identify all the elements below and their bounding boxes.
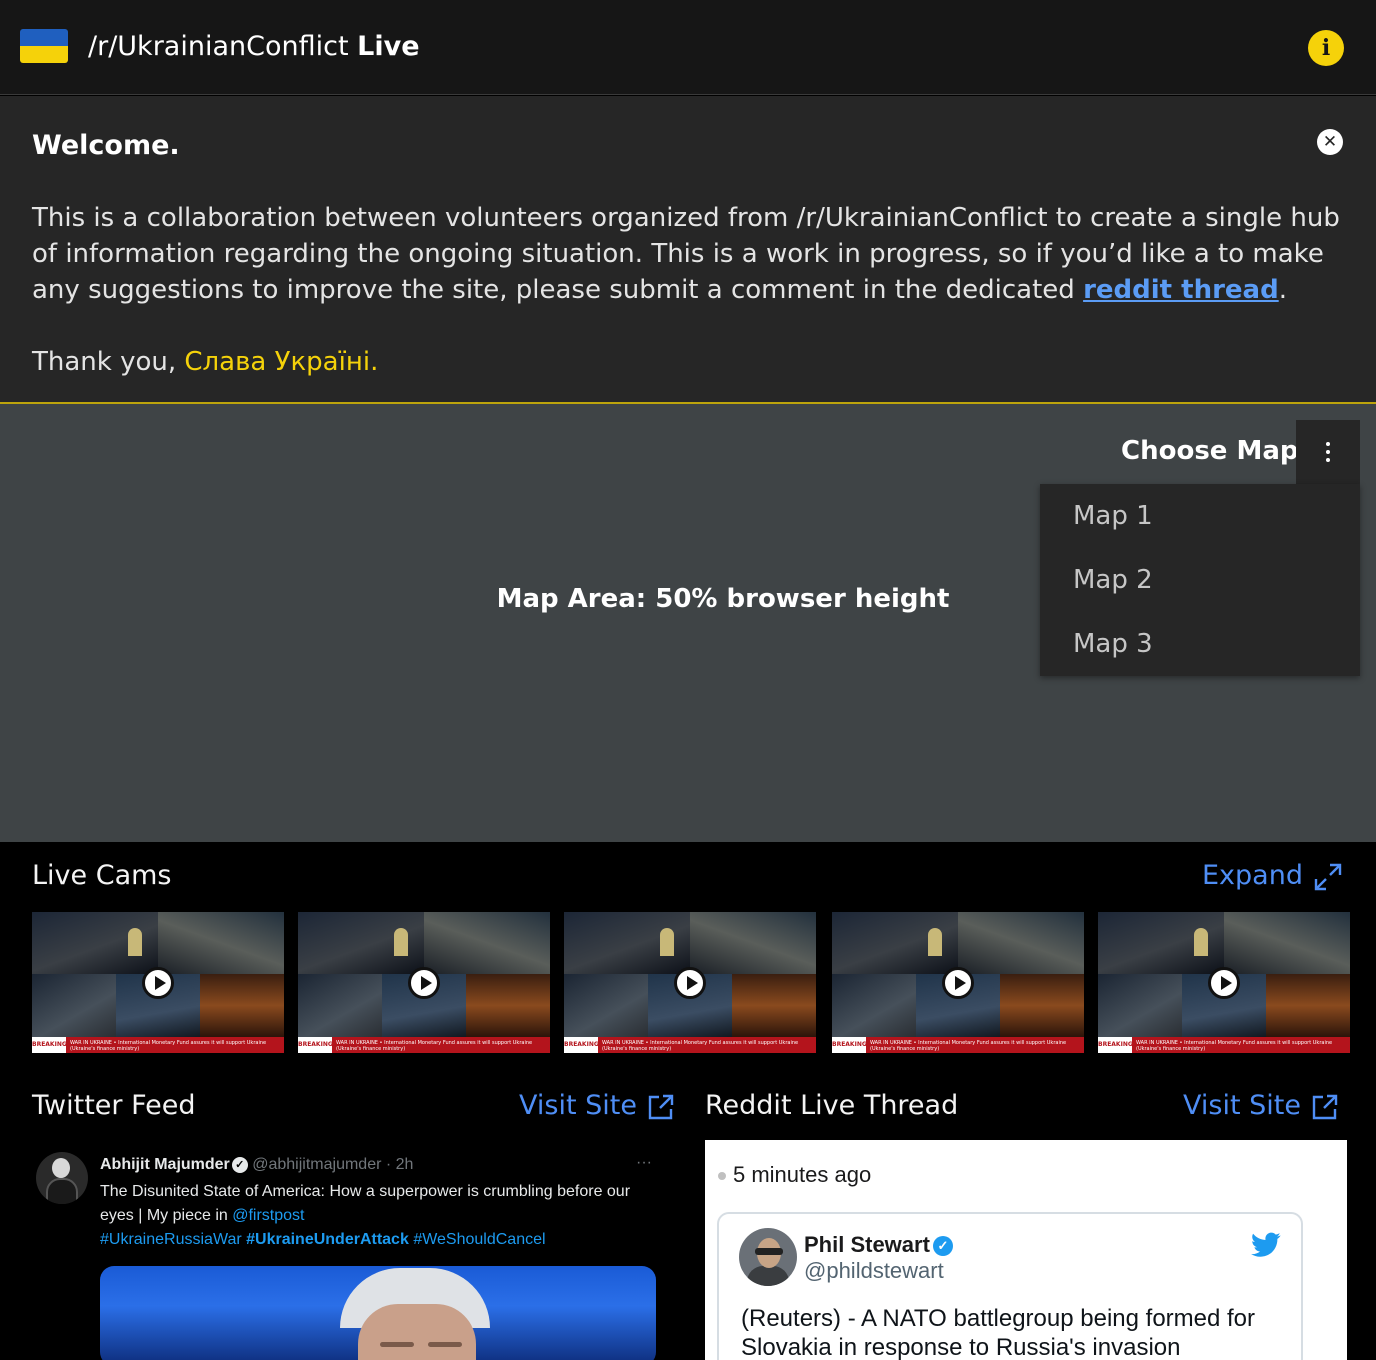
verified-badge-icon: ✓	[932, 1236, 953, 1257]
map-dropdown-menu: Map 1 Map 2 Map 3	[1040, 484, 1360, 676]
tweet-handle: @abhijitmajumder · 2h	[252, 1156, 414, 1173]
embedded-tweet[interactable]: Phil Stewart ✓ @phildstewart (Reuters) - …	[717, 1212, 1303, 1360]
twitter-bird-icon[interactable]	[1251, 1232, 1281, 1258]
slava-ukraini-text: Слава Україні.	[184, 347, 379, 377]
embed-avatar[interactable]	[739, 1228, 797, 1286]
external-link-icon	[1312, 1094, 1338, 1119]
play-icon[interactable]	[942, 967, 974, 999]
twitter-visit-site-link[interactable]: Visit Site	[519, 1090, 675, 1121]
tweet-card[interactable]: Abhijit Majumder ✓ @abhijitmajumder · 2h …	[32, 1140, 672, 1360]
map-area[interactable]: Map Area: 50% browser height Choose Map …	[0, 404, 1376, 842]
thanks-text: Thank you,	[32, 347, 185, 377]
more-horizontal-icon[interactable]: ···	[636, 1154, 652, 1172]
tweet-author[interactable]: Abhijit Majumder ✓ @abhijitmajumder · 2h	[100, 1156, 413, 1174]
embed-handle: @phildstewart	[804, 1258, 944, 1283]
breaking-ticker: WAR IN UKRAINE • International Monetary …	[336, 1040, 533, 1052]
live-cam-thumbnail[interactable]: BREAKING WAR IN UKRAINE • International M…	[298, 912, 550, 1053]
tweet-text: The Disunited State of America: How a su…	[100, 1183, 631, 1248]
embed-author[interactable]: Phil Stewart ✓	[804, 1232, 953, 1258]
breaking-tag: BREAKING	[564, 1037, 599, 1053]
breaking-tag: BREAKING	[32, 1037, 67, 1053]
subreddit-name: /r/UkrainianConflict	[88, 31, 349, 62]
reddit-visit-site-link[interactable]: Visit Site	[1183, 1090, 1339, 1121]
reddit-live-thread-title: Reddit Live Thread	[705, 1090, 959, 1121]
close-icon[interactable]: ✕	[1317, 129, 1343, 155]
hashtag-link[interactable]: #UkraineRussiaWar	[100, 1231, 242, 1248]
play-icon[interactable]	[142, 967, 174, 999]
breaking-tag: BREAKING	[1098, 1037, 1133, 1053]
reddit-visit-label: Visit Site	[1183, 1090, 1301, 1121]
breaking-ticker: WAR IN UKRAINE • International Monetary …	[70, 1040, 267, 1052]
welcome-body: This is a collaboration between voluntee…	[32, 200, 1342, 308]
update-timestamp: 5 minutes ago	[718, 1162, 871, 1188]
twitter-feed-title: Twitter Feed	[32, 1090, 196, 1121]
map-option-1[interactable]: Map 1	[1040, 484, 1360, 548]
reddit-thread-link[interactable]: reddit thread	[1083, 275, 1279, 305]
verified-badge-icon: ✓	[231, 1156, 248, 1173]
welcome-banner: Welcome. ✕ This is a collaboration betwe…	[0, 96, 1376, 404]
map-option-2[interactable]: Map 2	[1040, 548, 1360, 612]
play-icon[interactable]	[674, 967, 706, 999]
breaking-ticker: WAR IN UKRAINE • International Monetary …	[870, 1040, 1067, 1052]
live-cam-thumbnail[interactable]: BREAKING WAR IN UKRAINE • International M…	[32, 912, 284, 1053]
live-cam-thumbnail[interactable]: BREAKING WAR IN UKRAINE • International M…	[564, 912, 816, 1053]
live-label: Live	[357, 31, 420, 62]
play-icon[interactable]	[1208, 967, 1240, 999]
choose-map-label: Choose Map	[1121, 436, 1299, 466]
info-icon[interactable]: i	[1308, 30, 1344, 66]
breaking-ticker: WAR IN UKRAINE • International Monetary …	[1136, 1040, 1333, 1052]
tweet-avatar[interactable]	[36, 1152, 88, 1204]
expand-label: Expand	[1202, 860, 1303, 891]
map-option-3[interactable]: Map 3	[1040, 612, 1360, 676]
breaking-tag: BREAKING	[298, 1037, 333, 1053]
tweet-image[interactable]	[100, 1266, 656, 1360]
tweet-mention-link[interactable]: @firstpost	[232, 1207, 304, 1224]
breaking-tag: BREAKING	[832, 1037, 867, 1053]
external-link-icon	[648, 1094, 674, 1119]
ukraine-flag-icon	[20, 29, 68, 63]
expand-button[interactable]: Expand	[1202, 860, 1343, 892]
expand-icon	[1314, 863, 1342, 890]
welcome-body-end: .	[1278, 275, 1287, 305]
welcome-thanks: Thank you, Слава Україні.	[32, 344, 378, 380]
hashtag-link[interactable]: #WeShouldCancel	[413, 1231, 545, 1248]
embed-text: (Reuters) - A NATO battlegroup being for…	[741, 1305, 1256, 1360]
more-vertical-icon[interactable]	[1296, 420, 1360, 484]
live-cam-thumbnail[interactable]: BREAKING WAR IN UKRAINE • International M…	[1098, 912, 1350, 1053]
welcome-title: Welcome.	[32, 130, 180, 161]
live-cam-thumbnail[interactable]: BREAKING WAR IN UKRAINE • International M…	[832, 912, 1084, 1053]
top-bar: /r/UkrainianConflict Live i	[0, 0, 1376, 95]
twitter-visit-label: Visit Site	[519, 1090, 637, 1121]
status-dot-icon	[718, 1172, 726, 1181]
breaking-ticker: WAR IN UKRAINE • International Monetary …	[602, 1040, 799, 1052]
play-icon[interactable]	[408, 967, 440, 999]
hashtag-link[interactable]: #UkraineUnderAttack	[246, 1231, 409, 1248]
live-cams-title: Live Cams	[32, 860, 172, 891]
reddit-live-panel: 5 minutes ago Phil Stewart ✓ @phildstewar…	[705, 1140, 1347, 1360]
site-title[interactable]: /r/UkrainianConflict Live	[88, 30, 420, 64]
